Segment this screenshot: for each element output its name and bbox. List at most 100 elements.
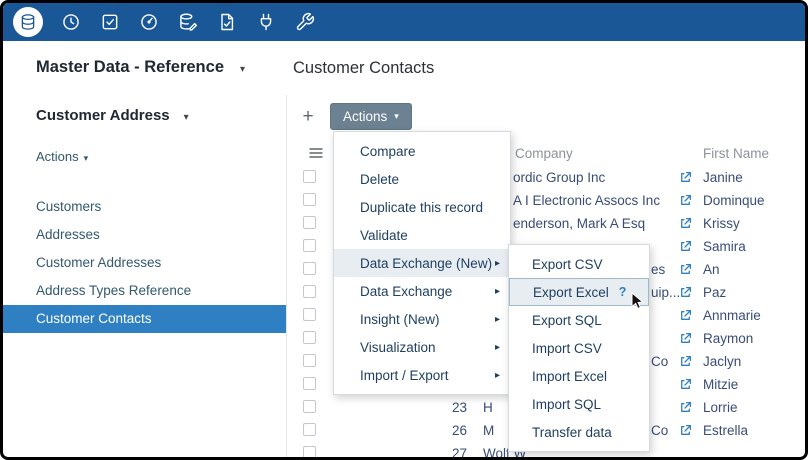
first-name-cell: Samira — [703, 235, 746, 258]
menu-item-visualization[interactable]: Visualization ▸ — [334, 333, 510, 361]
menu-item-data-exchange-new[interactable]: Data Exchange (New)▸ — [334, 249, 510, 277]
actions-button-label: Actions — [343, 109, 387, 124]
menu-item-label: Validate — [360, 228, 408, 243]
submenu-item-import-sql[interactable]: Import SQL — [509, 390, 649, 418]
module-selector[interactable]: Master Data - Reference ▾ — [36, 58, 245, 77]
row-checkbox[interactable] — [303, 308, 316, 321]
topbar — [3, 3, 805, 41]
sidebar-item-customers[interactable]: Customers — [3, 193, 286, 221]
menu-item-import-export[interactable]: Import / Export▸ — [334, 361, 510, 389]
page-title: Customer Contacts — [293, 59, 434, 78]
submenu-item-label: Import SQL — [532, 397, 601, 412]
external-link-icon[interactable] — [679, 171, 692, 184]
submenu-item-export-sql[interactable]: Export SQL — [509, 306, 649, 334]
company-cell: uip... — [651, 281, 680, 304]
chevron-down-icon[interactable]: ▾ — [184, 112, 189, 123]
menu-item-compare[interactable]: Compare — [334, 137, 510, 165]
sidebar-item-address-types-reference[interactable]: Address Types Reference — [3, 277, 286, 305]
external-link-icon[interactable] — [679, 286, 692, 299]
sidebar-item-addresses[interactable]: Addresses — [3, 221, 286, 249]
submenu-arrow-icon: ▸ — [495, 314, 500, 325]
menu-item-label: Visualization — [360, 340, 436, 355]
submenu-arrow-icon: ▸ — [495, 258, 500, 269]
chevron-down-icon[interactable]: ▾ — [240, 64, 245, 75]
row-checkbox[interactable] — [303, 400, 316, 413]
module-title-label: Master Data - Reference — [36, 58, 224, 76]
sidebar-actions-label: Actions — [36, 149, 79, 164]
first-name-cell: Janine — [703, 166, 743, 189]
app-window: Master Data - Reference ▾ Customer Contac… — [0, 0, 808, 460]
chevron-down-icon: ▾ — [84, 153, 89, 163]
sidebar-item-customer-addresses[interactable]: Customer Addresses — [3, 249, 286, 277]
sidebar-section-label: Customer Address — [36, 107, 170, 124]
database-edit-icon[interactable] — [177, 11, 199, 33]
data-exchange-submenu: Export CSV Export Excel? Export SQL Import … — [508, 244, 650, 452]
submenu-item-label: Export CSV — [532, 257, 603, 272]
sidebar-item-customer-contacts[interactable]: Customer Contacts — [3, 305, 286, 333]
row-checkbox[interactable] — [303, 285, 316, 298]
company-cell: H — [483, 396, 493, 419]
row-checkbox[interactable] — [303, 331, 316, 344]
check-square-icon[interactable] — [99, 11, 121, 33]
external-link-icon[interactable] — [679, 378, 692, 391]
submenu-item-label: Export SQL — [532, 313, 602, 328]
row-checkbox[interactable] — [303, 170, 316, 183]
external-link-icon[interactable] — [679, 217, 692, 230]
actions-menu: Compare DeleteDuplicate this record Valida… — [333, 131, 511, 395]
menu-item-label: Compare — [360, 144, 416, 159]
menu-item-validate[interactable]: Validate — [334, 221, 510, 249]
submenu-item-import-csv[interactable]: Import CSV — [509, 334, 649, 362]
row-checkbox[interactable] — [303, 446, 316, 457]
menu-item-label: Data Exchange — [360, 284, 452, 299]
company-cell: enderson, Mark A Esq — [513, 212, 645, 235]
external-link-icon[interactable] — [679, 240, 692, 253]
row-checkbox[interactable] — [303, 423, 316, 436]
sidebar-nav: CustomersAddressesCustomer AddressesAddr… — [3, 193, 286, 333]
first-name-cell: Krissy — [703, 212, 740, 235]
external-link-icon[interactable] — [679, 355, 692, 368]
database-icon[interactable] — [13, 7, 43, 37]
sidebar-actions-button[interactable]: Actions ▾ — [36, 149, 88, 164]
external-link-icon[interactable] — [679, 263, 692, 276]
file-check-icon[interactable] — [216, 11, 238, 33]
sidebar-section-selector[interactable]: Customer Address ▾ — [36, 107, 189, 124]
submenu-item-export-csv[interactable]: Export CSV — [509, 250, 649, 278]
submenu-item-import-excel[interactable]: Import Excel — [509, 362, 649, 390]
plug-icon[interactable] — [255, 11, 277, 33]
row-checkbox[interactable] — [303, 262, 316, 275]
first-name-cell: Paz — [703, 281, 726, 304]
company-cell-fragment: Co — [651, 419, 668, 442]
submenu-item-transfer-data[interactable]: Transfer data — [509, 418, 649, 446]
row-checkbox[interactable] — [303, 193, 316, 206]
table-menu-icon[interactable] — [308, 145, 324, 161]
menu-item-label: Insight (New) — [360, 312, 440, 327]
column-header-first-name[interactable]: First Name — [703, 146, 769, 161]
menu-item-data-exchange[interactable]: Data Exchange▸ — [334, 277, 510, 305]
help-icon[interactable]: ? — [619, 285, 627, 299]
sidebar: Customer Address▾ Actions▾ CustomersAddr… — [3, 95, 286, 457]
submenu-item-label: Import CSV — [532, 341, 602, 356]
external-link-icon[interactable] — [679, 194, 692, 207]
menu-item-duplicate-this-record[interactable]: Duplicate this record — [334, 193, 510, 221]
row-checkbox[interactable] — [303, 354, 316, 367]
external-link-icon[interactable] — [679, 401, 692, 414]
row-checkbox[interactable] — [303, 216, 316, 229]
gauge-icon[interactable] — [138, 11, 160, 33]
external-link-icon[interactable] — [679, 309, 692, 322]
submenu-item-label: Export Excel — [533, 285, 609, 300]
menu-item-insight-new[interactable]: Insight (New) ▸ — [334, 305, 510, 333]
company-cell: ordic Group Inc — [513, 166, 605, 189]
company-cell: es — [651, 258, 665, 281]
clock-icon[interactable] — [60, 11, 82, 33]
add-button[interactable]: + — [295, 105, 321, 129]
submenu-arrow-icon: ▸ — [495, 342, 500, 353]
wrench-icon[interactable] — [294, 11, 316, 33]
actions-button[interactable]: Actions▾ — [330, 103, 412, 130]
external-link-icon[interactable] — [679, 424, 692, 437]
row-checkbox[interactable] — [303, 377, 316, 390]
row-checkbox[interactable] — [303, 239, 316, 252]
menu-item-delete[interactable]: Delete — [334, 165, 510, 193]
submenu-item-export-excel[interactable]: Export Excel? — [509, 278, 649, 306]
column-header-company[interactable]: Company — [515, 146, 573, 161]
external-link-icon[interactable] — [679, 332, 692, 345]
